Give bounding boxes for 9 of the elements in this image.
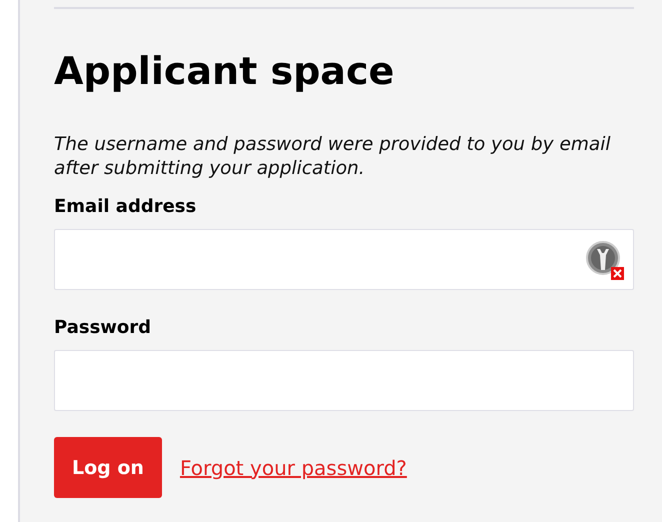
- field-label: Email address: [54, 195, 198, 219]
- input-field[interactable]: [54, 229, 634, 290]
- key-icon[interactable]: [585, 240, 625, 280]
- forgot-password-link[interactable]: Forgot your password?: [180, 456, 407, 480]
- input-field[interactable]: [54, 350, 634, 411]
- field-label: Password: [54, 316, 152, 340]
- intro-text: The username and password were provided to you by email after submitting your application.: [54, 133, 612, 181]
- page-title: Applicant space: [54, 48, 396, 95]
- log-on-button[interactable]: Log on: [54, 437, 162, 498]
